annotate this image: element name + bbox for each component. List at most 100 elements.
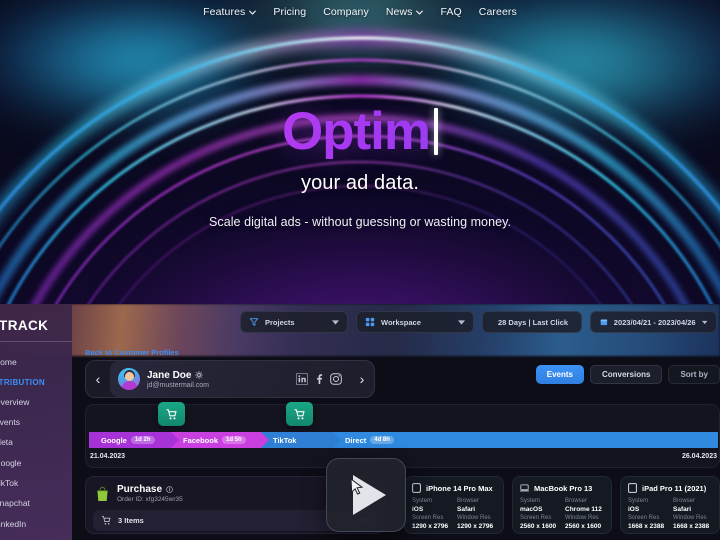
- mouse-cursor: [350, 478, 364, 495]
- sidebar-item-snapchat[interactable]: Snapchat: [0, 493, 72, 513]
- purchase-item-count: 3 Items: [118, 516, 144, 525]
- sidebar-item-home[interactable]: Home: [0, 352, 72, 372]
- nav-item-careers[interactable]: Careers: [479, 6, 517, 18]
- back-to-customer-profiles-link[interactable]: Back to Customer Profiles: [85, 348, 179, 357]
- segment-duration: 1d 5h: [222, 436, 246, 444]
- segment-label: Google: [101, 435, 127, 445]
- main-nav: Features Pricing Company News FAQ Career…: [0, 0, 720, 24]
- chip-label: Workspace: [381, 317, 421, 327]
- field-label: Browser: [673, 498, 696, 504]
- field-label: Screen Res: [628, 515, 660, 521]
- next-profile-button[interactable]: ›: [350, 371, 374, 387]
- cart-event-marker[interactable]: [158, 402, 185, 426]
- sidebar-item-tiktok[interactable]: TikTok: [0, 473, 72, 493]
- field-label: System: [520, 498, 541, 504]
- typing-caret: [434, 108, 439, 156]
- sort-by-dropdown[interactable]: Sort by: [668, 365, 720, 384]
- social-links: [296, 373, 342, 385]
- device-card[interactable]: iPad Pro 11 (2021) System Browser iOS Sa…: [620, 476, 720, 534]
- field-value: 1668 x 2388: [628, 523, 665, 530]
- previous-profile-button[interactable]: ‹: [86, 371, 110, 387]
- nav-item-company[interactable]: Company: [323, 6, 369, 18]
- field-value: iOS: [412, 506, 424, 513]
- tab-events[interactable]: Events: [535, 365, 584, 384]
- video-play-button[interactable]: [326, 458, 406, 532]
- sidebar-item-meta[interactable]: Meta: [0, 432, 72, 452]
- field-value: 2560 x 1600: [565, 523, 602, 530]
- sidebar-section-tracking: TRACKING: [0, 534, 72, 540]
- chevron-down-icon: [458, 319, 465, 325]
- info-icon[interactable]: [166, 486, 173, 493]
- purchase-title: Purchase: [117, 484, 163, 495]
- device-card[interactable]: MacBook Pro 13 System Browser macOS Chro…: [512, 476, 612, 534]
- linkedin-icon[interactable]: [296, 373, 308, 385]
- nav-item-features[interactable]: Features: [203, 6, 257, 18]
- device-name: iPhone 14 Pro Max: [426, 483, 493, 493]
- cart-icon: [166, 408, 177, 419]
- laptop-icon: [520, 484, 529, 492]
- chip-label: 2023/04/21 - 2023/04/26: [613, 317, 696, 327]
- field-label: Screen Res: [520, 515, 552, 521]
- gear-icon[interactable]: [195, 371, 204, 379]
- field-value: Safari: [457, 506, 476, 513]
- field-value: macOS: [520, 506, 543, 513]
- dashboard-sidebar: METRACK Home ATTRIBUTION Overview Events…: [0, 304, 72, 540]
- field-value: 1290 x 2796: [412, 523, 449, 530]
- nav-item-faq[interactable]: FAQ: [440, 6, 461, 18]
- purchase-order-id: Order ID: xfg3245wr35: [117, 496, 183, 503]
- field-value: Chrome 112: [565, 506, 602, 513]
- chevron-down-icon: [701, 320, 707, 324]
- attribution-window-dropdown[interactable]: 28 Days | Last Click: [482, 311, 582, 333]
- field-value: 2560 x 1600: [520, 523, 557, 530]
- sidebar-item-events[interactable]: Events: [0, 412, 72, 432]
- chevron-down-icon: [416, 10, 424, 17]
- projects-filter-dropdown[interactable]: Projects: [240, 311, 348, 333]
- field-value: 1290 x 2796: [457, 523, 494, 530]
- field-label: Browser: [457, 498, 480, 504]
- facebook-icon[interactable]: [313, 373, 325, 385]
- field-value: Safari: [673, 506, 692, 513]
- hero-tagline: Scale digital ads - without guessing or …: [209, 215, 511, 230]
- avatar: [118, 368, 140, 390]
- nav-label: News: [385, 6, 413, 18]
- sidebar-item-google[interactable]: Google: [0, 453, 72, 473]
- shopping-bag-icon: [97, 486, 108, 501]
- cart-event-marker[interactable]: [286, 402, 313, 426]
- headline-animated-word: Optim: [281, 102, 431, 161]
- date-range-picker[interactable]: 2023/04/21 - 2023/04/26: [590, 311, 717, 333]
- customer-email: jd@mustermail.com: [147, 381, 209, 389]
- segment-label: TikTok: [273, 435, 297, 445]
- device-name: iPad Pro 11 (2021): [642, 483, 707, 493]
- journey-segment-facebook[interactable]: Facebook 1d 5h: [171, 432, 269, 448]
- device-name: MacBook Pro 13: [534, 483, 593, 493]
- nav-item-news[interactable]: News: [386, 6, 424, 18]
- tab-conversions[interactable]: Conversions: [589, 365, 663, 384]
- workspace-dropdown[interactable]: Workspace: [356, 311, 474, 333]
- sidebar-divider: [0, 341, 72, 342]
- field-label: System: [412, 498, 433, 504]
- chevron-down-icon: [332, 319, 339, 325]
- nav-label: Company: [323, 6, 369, 18]
- cart-icon: [101, 516, 111, 525]
- cart-icon: [294, 408, 305, 419]
- sidebar-item-overview[interactable]: Overview: [0, 391, 72, 411]
- tablet-icon: [628, 483, 637, 493]
- nav-label: Careers: [478, 6, 517, 18]
- device-card[interactable]: iPhone 14 Pro Max System Browser iOS Saf…: [404, 476, 504, 534]
- journey-segment-tiktok[interactable]: TikTok: [261, 432, 341, 448]
- nav-item-pricing[interactable]: Pricing: [273, 6, 306, 18]
- journey-segment-google[interactable]: Google 1d 2h: [89, 432, 179, 448]
- sidebar-item-linkedin[interactable]: LinkedIn: [0, 514, 72, 534]
- field-label: Window Res: [457, 515, 491, 521]
- field-label: Browser: [565, 498, 588, 504]
- hero-copy: Optim your ad data. Scale digital ads - …: [0, 104, 720, 229]
- journey-start-date: 21.04.2023: [90, 453, 126, 460]
- field-label: System: [628, 498, 649, 504]
- nav-label: Pricing: [273, 6, 307, 18]
- sidebar-nav: Home ATTRIBUTION Overview Events Meta Go…: [0, 352, 72, 540]
- segment-duration: 4d 8h: [370, 436, 394, 444]
- instagram-icon[interactable]: [330, 373, 342, 385]
- customer-journey-panel: Google 1d 2h Facebook 1d 5h TikTok Direc…: [85, 402, 720, 468]
- journey-segment-direct[interactable]: Direct 4d 8h: [333, 432, 718, 448]
- nav-label: FAQ: [440, 6, 462, 18]
